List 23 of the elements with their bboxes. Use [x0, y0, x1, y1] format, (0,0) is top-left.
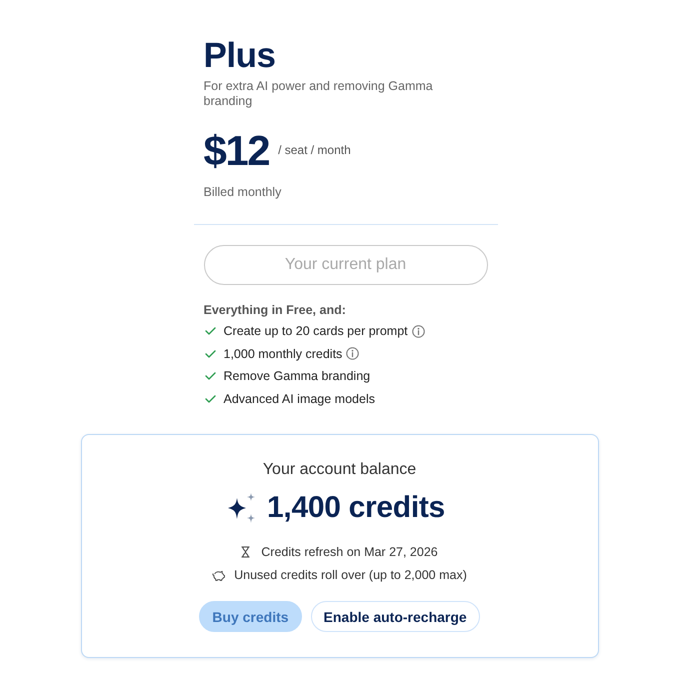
- check-icon: [204, 372, 216, 380]
- plan-price: $12: [204, 129, 270, 173]
- feature-text: Remove Gamma branding: [224, 369, 370, 384]
- feature-text: Create up to 20 cards per prompt: [224, 324, 408, 338]
- check-icon: [204, 350, 216, 358]
- info-icon[interactable]: [346, 347, 360, 360]
- piggy-bank-icon: [212, 570, 226, 580]
- balance-title: Your account balance: [262, 460, 416, 480]
- feature-text: 1,000 monthly credits: [224, 346, 342, 361]
- plan-name: Plus: [204, 36, 276, 76]
- credit-balance: 1,400 credits: [267, 491, 445, 525]
- feature-text: Advanced AI image models: [224, 392, 375, 406]
- plan-description: For extra AI power and removing Gamma branding: [204, 79, 434, 109]
- check-icon: [204, 327, 216, 336]
- balance-note: Unused credits roll over (up to 2,000 max): [234, 567, 467, 583]
- check-icon: [204, 394, 216, 403]
- hourglass-icon: [241, 546, 250, 558]
- balance-note: Credits refresh on Mar 27, 2026: [261, 544, 438, 560]
- features-heading: Everything in Free, and:: [204, 303, 347, 318]
- price-unit: / seat / month: [278, 143, 351, 157]
- billing-period: Billed monthly: [204, 185, 282, 200]
- info-icon[interactable]: [412, 324, 425, 338]
- auto-recharge-button[interactable]: Enable auto-recharge: [310, 601, 480, 632]
